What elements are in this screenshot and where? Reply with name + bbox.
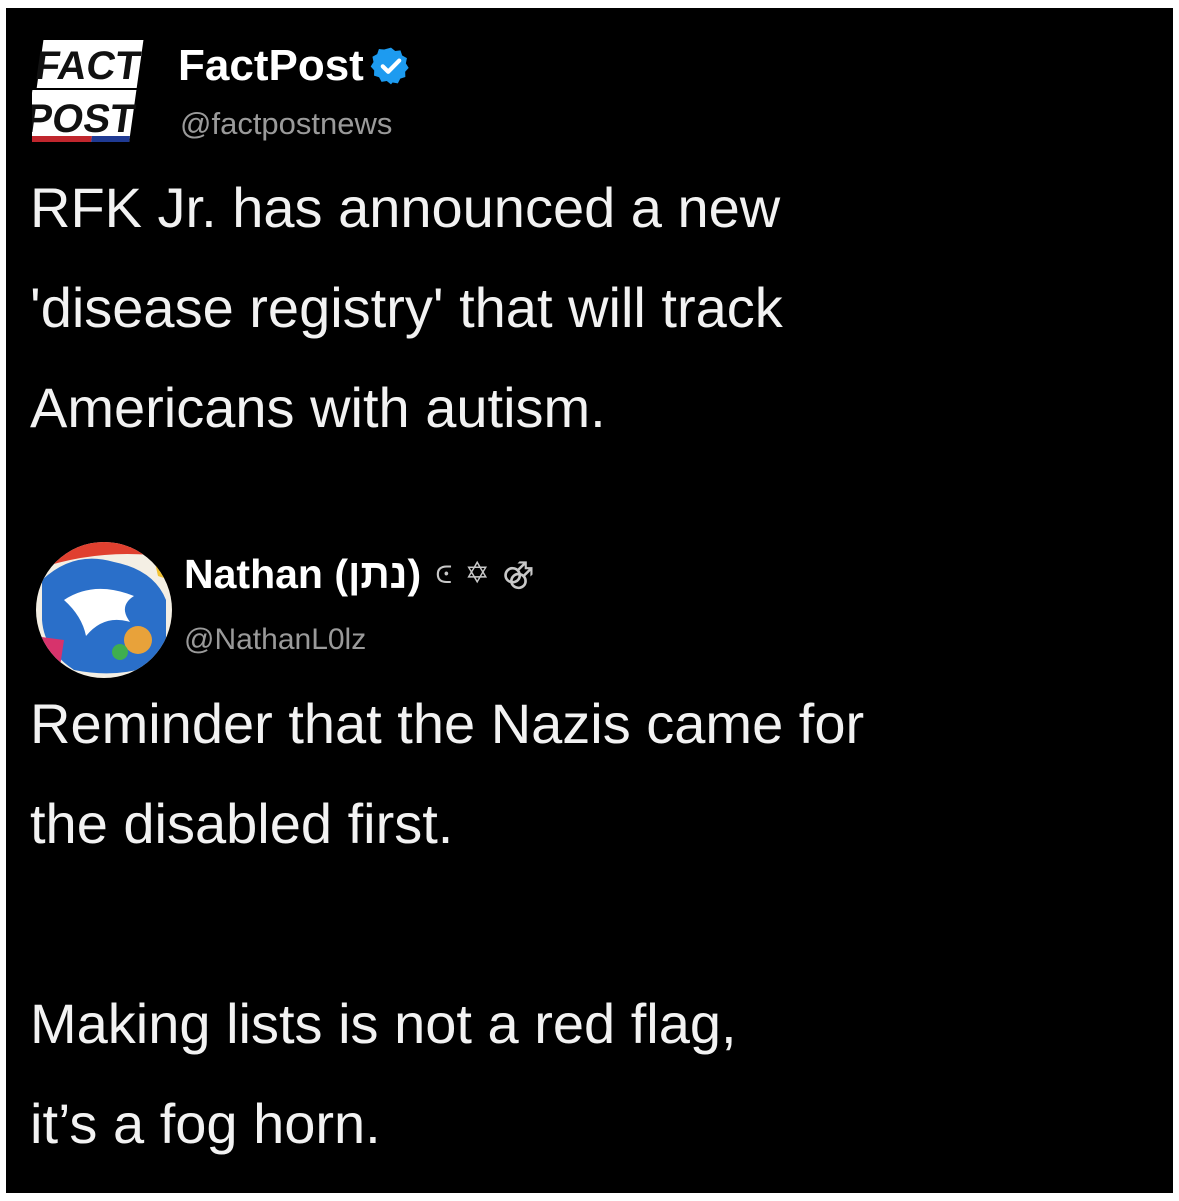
quoted-tweet[interactable]: FACT POST FactPost @factpostnews RFK Jr.… (6, 8, 1173, 439)
tweet-text: RFK Jr. has announced a new 'disease reg… (30, 176, 783, 439)
tweet-text: Reminder that the Nazis came for the dis… (30, 692, 865, 1155)
display-name-text: Nathan (נתן) (184, 551, 422, 597)
user-handle[interactable]: @NathanL0lz (184, 620, 366, 660)
star-of-david-icon: ✡ (464, 557, 490, 590)
flag-emoji-icon: ⪽ (435, 557, 453, 590)
factpost-logo-avatar[interactable]: FACT POST (32, 36, 150, 146)
male-symbol-icon: ⚣ (501, 557, 535, 590)
user-handle[interactable]: @factpostnews (180, 104, 392, 144)
screenshot-frame: FACT POST FactPost @factpostnews RFK Jr.… (6, 8, 1173, 1193)
display-name-text: FactPost (178, 41, 364, 90)
display-name[interactable]: Nathan (נתן) ⪽ ✡ ⚣ (184, 546, 535, 602)
logo-text-post: POST (32, 96, 138, 141)
logo-text-fact: FACT (32, 43, 143, 88)
name-emoji-row: ⪽ ✡ ⚣ (435, 546, 534, 602)
tweet-header: FACT POST FactPost @factpostnews (6, 8, 1173, 158)
verified-badge-icon (370, 47, 409, 85)
display-name[interactable]: FactPost (178, 38, 412, 94)
nathan-avatar[interactable] (34, 540, 174, 680)
